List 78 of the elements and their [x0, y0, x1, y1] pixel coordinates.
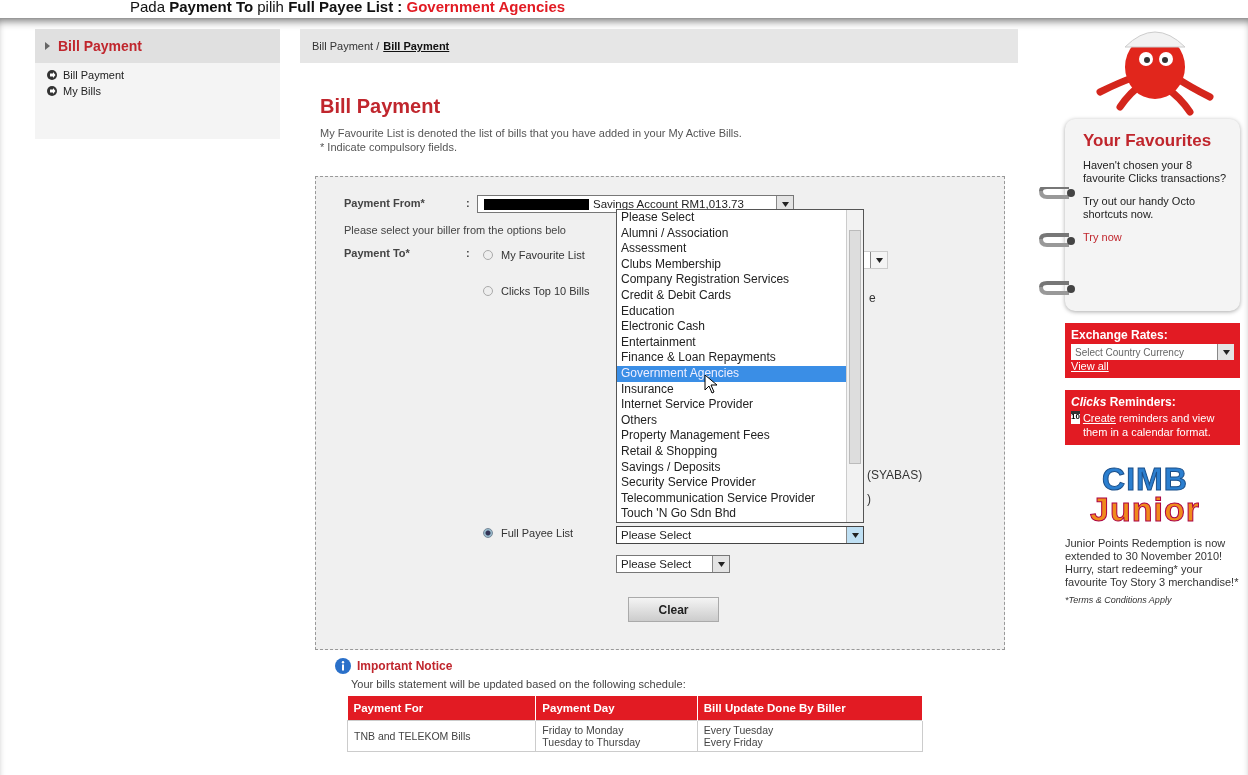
radio-button[interactable] — [483, 528, 493, 538]
view-all-link[interactable]: View all — [1071, 360, 1109, 372]
caption-highlight: Government Agencies — [406, 0, 566, 15]
dropdown-option[interactable]: Telecommunication Service Provider — [617, 490, 846, 507]
sidebar-link[interactable]: Bill Payment — [63, 69, 125, 81]
try-now-link[interactable]: Try now — [1083, 231, 1122, 243]
notice-title: Important Notice — [357, 659, 453, 673]
partial-text: ) — [867, 492, 871, 506]
radio-button[interactable] — [483, 250, 493, 260]
table-cell: Friday to Monday Tuesday to Thursday — [535, 720, 698, 752]
category-select[interactable]: Please Select — [616, 526, 864, 544]
clear-button[interactable]: Clear — [628, 597, 719, 622]
hint-text: Please select your biller from the options belo — [344, 224, 566, 236]
dropdown-option[interactable]: Others — [617, 412, 846, 429]
sidebar-heading[interactable]: Bill Payment — [35, 29, 280, 63]
caret-icon — [1222, 349, 1230, 355]
card-title: Your Favourites — [1083, 131, 1213, 151]
partial-text: (SYABAS) — [867, 468, 923, 482]
circle-arrow-icon — [47, 70, 57, 80]
dropdown-option[interactable]: Finance & Loan Repayments — [617, 350, 846, 366]
breadcrumb-current: Bill Payment — [383, 40, 450, 52]
circle-arrow-icon — [47, 86, 57, 96]
table-cell: Every Tuesday Every Friday — [697, 720, 923, 752]
caret-icon — [717, 561, 725, 567]
sidebar-link[interactable]: My Bills — [63, 85, 101, 97]
caret-icon — [851, 532, 859, 538]
dropdown-option[interactable]: Entertainment — [617, 334, 846, 351]
column-header: Bill Update Done By Biller — [697, 696, 923, 721]
terms-text: *Terms & Conditions Apply — [1065, 595, 1173, 605]
breadcrumb-link[interactable]: Bill Payment / — [312, 40, 380, 52]
caret-icon — [781, 201, 789, 207]
dropdown-option[interactable]: Assessment — [617, 241, 846, 257]
info-icon — [335, 658, 351, 674]
dropdown-option[interactable]: Property Management Fees — [617, 428, 846, 444]
panel-title: Exchange Rates: — [1071, 328, 1169, 342]
dropdown-option[interactable]: Credit & Debit Cards — [617, 287, 846, 304]
reminder-text: Create reminders and view them in a calendar format. — [1082, 411, 1216, 439]
create-link[interactable]: Create — [1082, 412, 1116, 424]
colon-text: : — [466, 247, 470, 259]
dropdown-option[interactable]: Internet Service Provider — [617, 397, 846, 413]
dropdown-option[interactable]: Clubs Membership — [617, 256, 846, 273]
radio-label: Clicks Top 10 Bills — [501, 285, 590, 297]
field-label: Payment From* — [344, 197, 425, 209]
dropdown-option[interactable]: Security Service Provider — [617, 475, 846, 491]
dropdown-option[interactable]: Savings / Deposits — [617, 459, 846, 476]
dropdown-option[interactable]: Please Select — [617, 210, 846, 226]
column-header: Payment Day — [535, 696, 698, 721]
dropdown-option[interactable]: Company Registration Services — [617, 272, 846, 288]
dropdown-option[interactable]: Insurance — [617, 381, 846, 398]
promo-text: Junior Points Redemption is now extended to 30 November 2010! Hurry, start redeeming* your favourite Toy Story 3 merchandise!* — [1065, 537, 1240, 589]
radio-label: My Favourite List — [501, 249, 585, 261]
radio-label: Full Payee List — [501, 527, 574, 539]
partial-text: e — [869, 291, 876, 305]
card-text: Haven't chosen your 8 favourite Clicks transactions? — [1083, 159, 1228, 185]
column-header: Payment For — [347, 696, 536, 721]
dropdown-option[interactable]: Education — [617, 303, 846, 320]
description-text: * Indicate compulsory fields. — [320, 140, 458, 154]
notice-text: Your bills statement will be updated based on the following schedule: — [351, 678, 687, 690]
card-text: Try out our handy Octo shortcuts now. — [1083, 195, 1197, 221]
instruction-caption: Pada Payment To pilih Full Payee List : — [130, 0, 403, 15]
dropdown-option[interactable]: Retail & Shopping — [617, 443, 846, 460]
calendar-icon: 10 — [1071, 411, 1080, 424]
sidebar-title: Bill Payment — [58, 38, 143, 54]
dropdown-option[interactable]: Alumni / Association — [617, 225, 846, 242]
caret-icon — [875, 257, 883, 263]
dropdown-option[interactable]: Electronic Cash — [617, 319, 846, 335]
colon-text: : — [466, 197, 470, 209]
dropdown-option[interactable]: Touch 'N Go Sdn Bhd — [617, 506, 846, 522]
radio-button[interactable] — [483, 286, 493, 296]
triangle-icon — [45, 42, 50, 50]
panel-title: Clicks Reminders: — [1071, 395, 1177, 409]
currency-select[interactable]: Select Country Currency — [1071, 344, 1234, 360]
field-label: Payment To* — [344, 247, 410, 259]
scrollbar[interactable] — [846, 210, 863, 522]
biller-select[interactable]: Please Select — [616, 555, 730, 573]
page-title: Bill Payment — [320, 95, 442, 118]
description-text: My Favourite List is denoted the list of bills that you have added in your My Active Bills. — [320, 126, 743, 140]
table-cell: TNB and TELEKOM Bills — [347, 720, 536, 752]
